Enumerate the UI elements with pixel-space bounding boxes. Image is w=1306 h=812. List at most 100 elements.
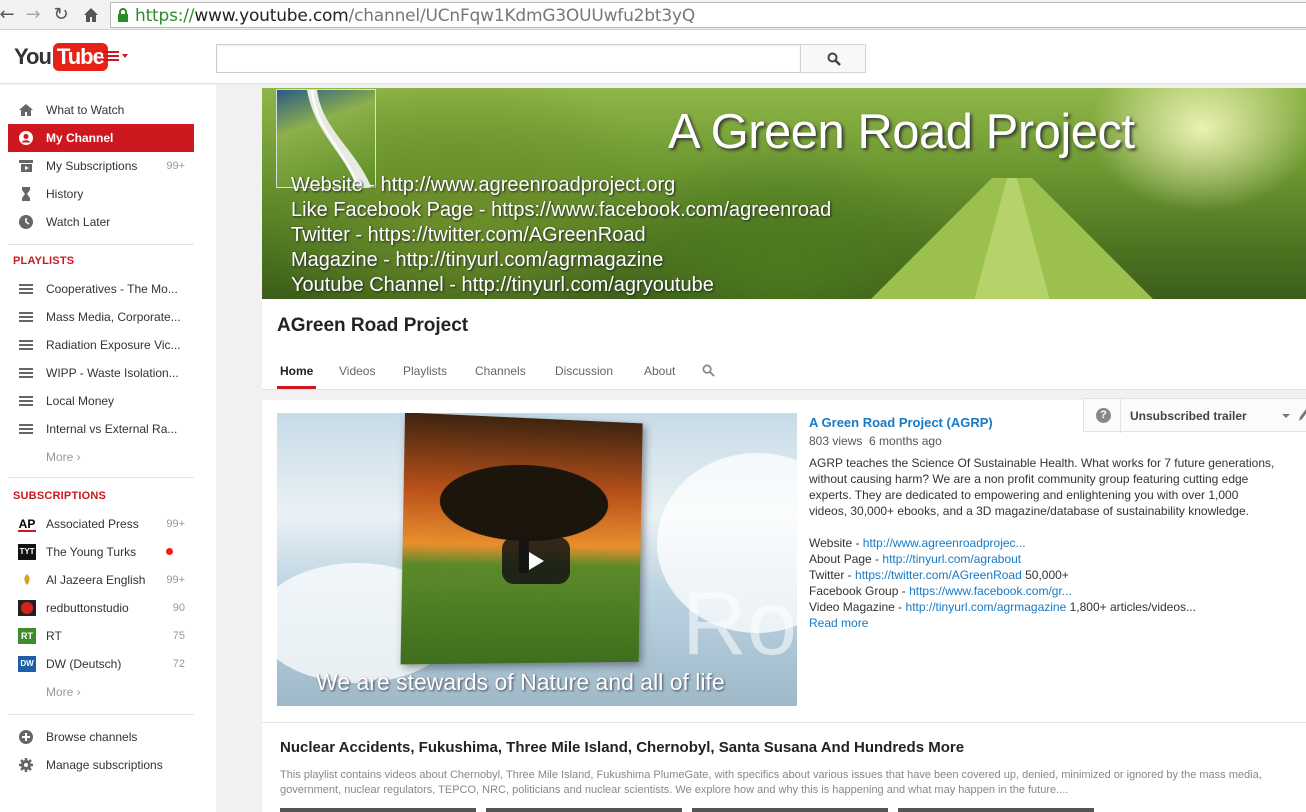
- playlists-more-link[interactable]: More ›: [46, 450, 81, 464]
- playlist-item[interactable]: Internal vs External Ra...: [8, 415, 194, 443]
- channel-title[interactable]: AGreen Road Project: [277, 315, 468, 337]
- banner-line: Like Facebook Page - https://www.faceboo…: [291, 199, 832, 221]
- subscription-count: 72: [172, 658, 185, 670]
- video-meta: 803 views 6 months ago: [809, 434, 942, 448]
- playlist-icon: [19, 424, 33, 434]
- subscription-label: DW (Deutsch): [46, 657, 122, 671]
- description-link-line: Video Magazine - http://tinyurl.com/agrm…: [809, 600, 1196, 614]
- sidebar-divider: [8, 477, 194, 478]
- youtube-logo[interactable]: You Tube: [14, 42, 108, 72]
- banner-line: Website - http://www.agreenroadproject.o…: [291, 174, 676, 196]
- subscription-item[interactable]: RT RT 75: [8, 622, 194, 650]
- video-thumbnail[interactable]: [898, 808, 1094, 812]
- tab-videos[interactable]: Videos: [339, 364, 375, 378]
- tab-discussion[interactable]: Discussion: [555, 364, 613, 378]
- sidebar-item-label: Watch Later: [46, 215, 111, 229]
- subscription-count: 90: [172, 602, 185, 614]
- subscription-item[interactable]: redbuttonstudio 90: [8, 594, 194, 622]
- url-host: www.youtube.com: [194, 6, 349, 26]
- banner-line: Magazine - http://tinyurl.com/agrmagazin…: [291, 249, 664, 271]
- logo-tube: Tube: [52, 43, 108, 71]
- subscription-label: Al Jazeera English: [46, 573, 146, 587]
- help-icon[interactable]: ?: [1096, 408, 1111, 423]
- video-title[interactable]: A Green Road Project (AGRP): [809, 415, 993, 430]
- trailer-dropdown-label[interactable]: Unsubscribed trailer: [1130, 409, 1247, 423]
- trailer-selector[interactable]: ? Unsubscribed trailer: [1083, 398, 1306, 433]
- website-link[interactable]: http://www.agreenroadprojec...: [863, 536, 1026, 550]
- playlist-item[interactable]: Mass Media, Corporate...: [8, 303, 194, 331]
- link-suffix: 1,800+ articles/videos...: [1066, 600, 1197, 614]
- view-count: 803 views: [809, 434, 863, 448]
- playlist-section-title[interactable]: Nuclear Accidents, Fukushima, Three Mile…: [280, 739, 964, 756]
- playlist-item[interactable]: Radiation Exposure Vic...: [8, 331, 194, 359]
- new-content-dot: [166, 548, 173, 555]
- banner-title: A Green Road Project: [668, 105, 1135, 159]
- search-input[interactable]: [216, 44, 801, 73]
- facebook-link[interactable]: https://www.facebook.com/gr...: [909, 584, 1072, 598]
- sidebar-item-watch-later[interactable]: Watch Later: [8, 208, 194, 236]
- reload-icon[interactable]: ↻: [50, 4, 72, 26]
- pencil-icon[interactable]: [1298, 408, 1306, 422]
- magazine-link[interactable]: http://tinyurl.com/agrmagazine: [906, 600, 1067, 614]
- channel-search-icon[interactable]: [702, 364, 715, 377]
- video-caption: We are stewards of Nature and all of lif…: [316, 669, 725, 695]
- video-thumbnail[interactable]: [692, 808, 888, 812]
- description-link-line: Facebook Group - https://www.facebook.co…: [809, 584, 1072, 598]
- hourglass-icon: [22, 187, 30, 201]
- sidebar-item-label: What to Watch: [46, 103, 125, 117]
- tab-playlists[interactable]: Playlists: [403, 364, 447, 378]
- home-button-icon[interactable]: [80, 4, 102, 26]
- subscriptions-more-link[interactable]: More ›: [46, 685, 81, 699]
- manage-subscriptions-label: Manage subscriptions: [46, 758, 163, 772]
- user-icon: [19, 131, 33, 145]
- playlist-item[interactable]: Local Money: [8, 387, 194, 415]
- forward-icon[interactable]: →: [22, 4, 44, 26]
- playlist-label: Cooperatives - The Mo...: [46, 282, 178, 296]
- playlist-label: WIPP - Waste Isolation...: [46, 366, 179, 380]
- video-thumbnail[interactable]: [280, 808, 476, 812]
- playlist-item[interactable]: WIPP - Waste Isolation...: [8, 359, 194, 387]
- playlist-item[interactable]: Cooperatives - The Mo...: [8, 275, 194, 303]
- sidebar-item-history[interactable]: History: [8, 180, 194, 208]
- active-tab-indicator: [277, 386, 316, 389]
- back-icon[interactable]: ←: [0, 4, 18, 26]
- manage-subscriptions-link[interactable]: Manage subscriptions: [8, 751, 194, 779]
- banner-line: Twitter - https://twitter.com/AGreenRoad: [291, 224, 646, 246]
- browse-channels-link[interactable]: Browse channels: [8, 723, 194, 751]
- about-link[interactable]: http://tinyurl.com/agrabout: [882, 552, 1021, 566]
- address-bar[interactable]: https://www.youtube.com/channel/UCnFqw1K…: [110, 2, 1306, 28]
- subscription-label: RT: [46, 629, 62, 643]
- subscription-item[interactable]: DW DW (Deutsch) 72: [8, 650, 194, 678]
- link-prefix: Facebook Group -: [809, 584, 910, 598]
- tab-channels[interactable]: Channels: [475, 364, 526, 378]
- search-button[interactable]: [800, 44, 866, 73]
- gear-icon: [19, 758, 33, 772]
- sidebar-item-my-channel[interactable]: My Channel: [8, 124, 194, 152]
- video-thumbnail[interactable]: [486, 808, 682, 812]
- add-circle-icon: [19, 730, 33, 744]
- subscription-item[interactable]: AP Associated Press 99+: [8, 510, 194, 538]
- tab-about[interactable]: About: [644, 364, 675, 378]
- channel-banner: A Green Road Project Website - http://ww…: [262, 88, 1306, 299]
- guide-menu-icon[interactable]: [103, 49, 129, 67]
- subscription-label: Associated Press: [46, 517, 139, 531]
- sidebar-item-my-subscriptions[interactable]: My Subscriptions 99+: [8, 152, 194, 180]
- subscription-item[interactable]: Al Jazeera English 99+: [8, 566, 194, 594]
- sidebar-item-what-to-watch[interactable]: What to Watch: [8, 96, 194, 124]
- link-prefix: Video Magazine -: [809, 600, 906, 614]
- channel-main: A Green Road Project Website - http://ww…: [262, 88, 1306, 812]
- read-more-link[interactable]: Read more: [809, 616, 868, 630]
- sidebar-divider: [8, 714, 194, 715]
- dw-avatar: DW: [18, 656, 36, 672]
- browser-toolbar: ← → ↻ https://www.youtube.com/channel/UC…: [0, 0, 1306, 30]
- subscription-count: 99+: [166, 574, 185, 586]
- tab-home[interactable]: Home: [280, 364, 313, 378]
- play-button[interactable]: [502, 537, 570, 584]
- channel-tabs: Home Videos Playlists Channels Discussio…: [262, 348, 1306, 390]
- sidebar-item-label: History: [46, 187, 84, 201]
- channel-trailer-video[interactable]: Ro We are stewards of Nature and all of …: [277, 413, 797, 706]
- link-prefix: About Page -: [809, 552, 883, 566]
- twitter-link[interactable]: https://twitter.com/AGreenRoad: [855, 568, 1022, 582]
- sidebar-item-label: My Subscriptions: [46, 159, 138, 173]
- subscription-item[interactable]: TYT The Young Turks: [8, 538, 194, 566]
